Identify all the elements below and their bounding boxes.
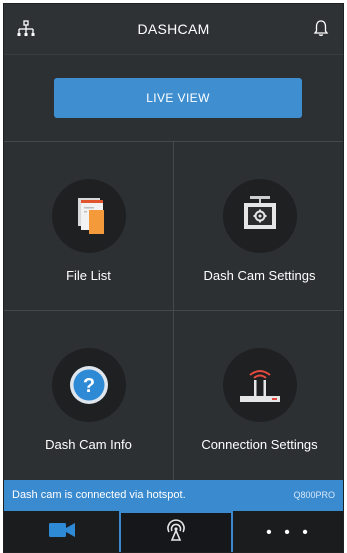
menu-item-dash-cam-settings[interactable]: Dash Cam Settings [174,142,343,311]
bell-icon[interactable] [311,18,331,38]
phone-frame: DASHCAM LIVE VIEW File List Dash Cam Set… [0,0,347,553]
menu-item-label: Connection Settings [201,437,318,452]
menu-item-connection-settings[interactable]: Connection Settings [174,311,343,480]
connection-status-bar: Dash cam is connected via hotspot. Q800P… [4,480,343,511]
menu-item-dash-cam-info[interactable]: ? Dash Cam Info [4,311,174,480]
tab-more[interactable]: • • • [233,511,343,552]
bottom-nav: • • • [4,511,343,552]
file-list-icon [51,179,126,253]
tab-video[interactable] [4,511,119,552]
info-question-icon: ? [51,348,126,422]
menu-item-label: File List [66,268,111,283]
device-model: Q800PRO [293,490,335,500]
tab-hotspot[interactable] [119,511,233,552]
dashcam-settings-icon [222,179,297,253]
app-header: DASHCAM [4,4,343,55]
app-screen: DASHCAM LIVE VIEW File List Dash Cam Set… [3,3,344,553]
status-message: Dash cam is connected via hotspot. [12,489,186,501]
video-camera-icon [48,521,76,544]
menu-item-label: Dash Cam Info [45,437,132,452]
router-connection-icon [222,348,297,422]
live-view-button[interactable]: LIVE VIEW [54,78,302,118]
menu-grid: File List Dash Cam Settings ? Dash Cam I… [4,141,343,480]
more-icon: • • • [266,523,312,541]
menu-item-label: Dash Cam Settings [203,268,316,283]
menu-item-file-list[interactable]: File List [4,142,174,311]
hotspot-icon [164,518,188,547]
page-title: DASHCAM [137,21,210,37]
svg-text:?: ? [82,375,94,397]
